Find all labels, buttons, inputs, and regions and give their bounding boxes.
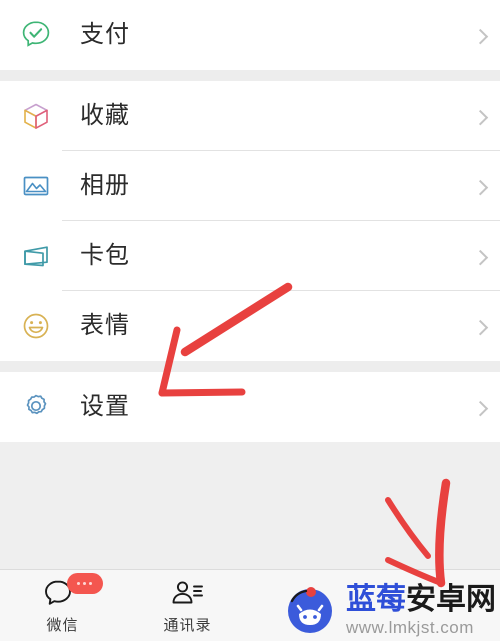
favorites-icon: [18, 98, 54, 134]
row-settings[interactable]: 设置: [0, 372, 500, 442]
cards-icon: [18, 238, 54, 274]
chevron-right-icon: [472, 249, 489, 266]
tab-wechat[interactable]: 微信: [0, 570, 125, 641]
row-label: 收藏: [80, 102, 130, 129]
chevron-right-icon: [472, 109, 489, 126]
row-label: 卡包: [80, 242, 130, 269]
list-group-settings: 设置: [0, 372, 500, 442]
chat-bubble-icon: [43, 572, 103, 611]
tab-contacts[interactable]: 通讯录: [125, 570, 250, 641]
pay-icon: [18, 17, 54, 53]
row-emoji[interactable]: 表情: [0, 291, 500, 361]
list-group-main: 收藏 相册 卡包 表情: [0, 81, 500, 361]
row-label: 支付: [80, 21, 130, 48]
row-label: 设置: [80, 393, 130, 420]
tab-label: 微信: [46, 616, 79, 634]
group-gap: [0, 361, 500, 372]
chevron-right-icon: [472, 400, 489, 417]
list-group-pay: 支付: [0, 0, 500, 70]
unread-badge: [66, 572, 103, 594]
row-label: 相册: [80, 172, 130, 199]
album-icon: [18, 168, 54, 204]
tab-placeholder-4[interactable]: [375, 570, 500, 641]
tab-placeholder-3[interactable]: [250, 570, 375, 641]
row-favorites[interactable]: 收藏: [0, 81, 500, 151]
chevron-right-icon: [472, 28, 489, 45]
emoji-icon: [18, 308, 54, 344]
settings-gear-icon: [18, 389, 54, 425]
contacts-icon: [168, 577, 208, 611]
row-album[interactable]: 相册: [0, 151, 500, 221]
row-cards[interactable]: 卡包: [0, 221, 500, 291]
chevron-right-icon: [472, 179, 489, 196]
row-pay[interactable]: 支付: [0, 0, 500, 70]
bottom-tab-bar: 微信 通讯录: [0, 569, 500, 641]
wechat-me-screen: 支付 收藏 相册 卡包 表情 设置 微信 通讯录 蓝莓安卓网 www.lmkjs…: [0, 0, 500, 641]
chevron-right-icon: [472, 319, 489, 336]
group-gap: [0, 70, 500, 81]
row-label: 表情: [80, 312, 130, 339]
tab-label: 通讯录: [163, 616, 212, 634]
